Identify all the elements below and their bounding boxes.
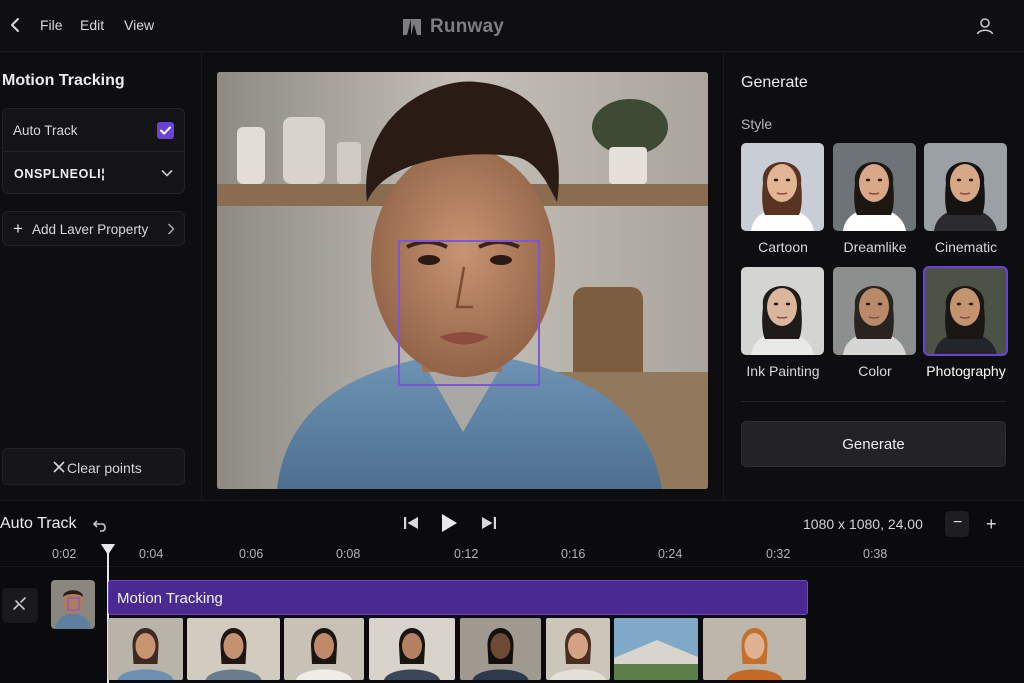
style-thumbnail — [741, 267, 824, 355]
auto-track-label: Auto Track — [13, 123, 78, 138]
generate-label: Generate — [842, 436, 905, 453]
clear-points-label: Clear points — [67, 460, 142, 476]
skip-forward-icon[interactable] — [481, 515, 497, 536]
clip-thumbnail[interactable] — [51, 580, 95, 629]
auto-track-checkbox[interactable] — [157, 122, 174, 139]
resolution-label: 1080 x 1080, 24.00 — [803, 516, 923, 532]
zoom-in-button[interactable]: + — [983, 511, 1003, 537]
timeline-ruler[interactable]: 0:02 0:04 0:06 0:08 0:12 0:16 0:24 0:32 0:38 — [0, 543, 1024, 567]
link-icon[interactable] — [2, 588, 38, 623]
minus-icon: − — [953, 514, 963, 531]
timeline-title: Auto Track — [0, 515, 77, 532]
style-thumbnail — [924, 267, 1007, 355]
ruler-tick: 0:32 — [766, 547, 791, 561]
chevron-right-icon — [167, 223, 175, 235]
motion-tracking-clip[interactable]: Motion Tracking — [108, 580, 808, 615]
runway-logo-icon — [403, 19, 421, 35]
filmstrip-frame[interactable] — [460, 618, 541, 680]
style-thumbnail — [924, 143, 1007, 231]
generate-title: Generate — [741, 74, 808, 91]
frame-thumbnail — [284, 618, 364, 680]
frame-thumbnail — [546, 618, 610, 680]
style-thumbnail — [741, 143, 824, 231]
back-icon[interactable] — [6, 14, 26, 36]
filmstrip-frame[interactable] — [284, 618, 364, 680]
plus-icon: + — [986, 514, 997, 534]
checkbox-icon — [160, 126, 171, 135]
video-preview[interactable] — [217, 72, 708, 489]
menu-edit[interactable]: Edit — [80, 17, 104, 33]
brand-logo: Runway — [402, 14, 504, 40]
frame-thumbnail — [460, 618, 541, 680]
panel-title: Motion Tracking — [2, 72, 125, 89]
ruler-tick: 0:12 — [454, 547, 479, 561]
brand-name: Runway — [430, 16, 505, 37]
style-card-dreamlike[interactable] — [833, 143, 916, 231]
style-card-cartoon[interactable] — [741, 143, 824, 231]
style-card-ink-painting[interactable] — [741, 267, 824, 355]
play-icon[interactable] — [440, 513, 458, 538]
style-card-color[interactable] — [833, 267, 916, 355]
style-card-cinematic[interactable] — [924, 143, 1007, 231]
style-label-cinematic[interactable]: Cinematic — [911, 239, 1021, 255]
plus-icon: + — [13, 219, 23, 238]
frame-thumbnail — [108, 618, 183, 680]
skip-back-icon[interactable] — [403, 515, 419, 536]
undo-icon[interactable] — [92, 518, 109, 537]
style-thumbnail — [833, 267, 916, 355]
filmstrip-frame[interactable] — [614, 618, 698, 680]
filmstrip-frame[interactable] — [546, 618, 610, 680]
ruler-tick: 0:04 — [139, 547, 164, 561]
frame-thumbnail — [703, 618, 806, 680]
auto-track-row: Auto Track — [3, 109, 184, 152]
ruler-tick: 0:06 — [239, 547, 264, 561]
auto-track-card: Auto Track ONSPLNEOLI¦ — [2, 108, 185, 194]
frame-thumbnail — [187, 618, 280, 680]
style-label-photography[interactable]: Photography — [911, 363, 1021, 379]
clear-points-button[interactable]: Clear points — [2, 448, 185, 485]
menu-view[interactable]: View — [124, 17, 154, 33]
zoom-out-button[interactable]: − — [945, 511, 969, 537]
track-target-select[interactable]: ONSPLNEOLI¦ — [3, 152, 184, 195]
ruler-tick: 0:24 — [658, 547, 683, 561]
add-layer-property-label: Add Laver Property — [32, 222, 149, 237]
frame-thumbnail — [614, 618, 698, 680]
filmstrip-frame[interactable] — [369, 618, 455, 680]
filmstrip-frame[interactable] — [187, 618, 280, 680]
playhead-handle[interactable] — [101, 543, 115, 561]
clip-label: Motion Tracking — [117, 590, 223, 607]
divider — [741, 401, 1006, 402]
generate-button[interactable]: Generate — [741, 421, 1006, 467]
style-label: Style — [741, 116, 773, 132]
filmstrip-frame[interactable] — [108, 618, 183, 680]
track-target-value: ONSPLNEOLI¦ — [14, 167, 106, 181]
filmstrip-frame[interactable] — [703, 618, 806, 680]
style-thumbnail — [833, 143, 916, 231]
ruler-tick: 0:02 — [52, 547, 77, 561]
user-icon[interactable] — [974, 15, 996, 37]
style-card-photography[interactable] — [923, 266, 1008, 356]
ruler-tick: 0:38 — [863, 547, 888, 561]
ruler-tick: 0:08 — [336, 547, 361, 561]
ruler-tick: 0:16 — [561, 547, 586, 561]
close-icon — [53, 461, 65, 473]
tracking-box[interactable] — [398, 240, 540, 386]
menu-file[interactable]: File — [40, 17, 63, 33]
add-layer-property-button[interactable]: + Add Laver Property — [2, 211, 185, 246]
frame-thumbnail — [369, 618, 455, 680]
chevron-down-icon — [161, 169, 173, 177]
